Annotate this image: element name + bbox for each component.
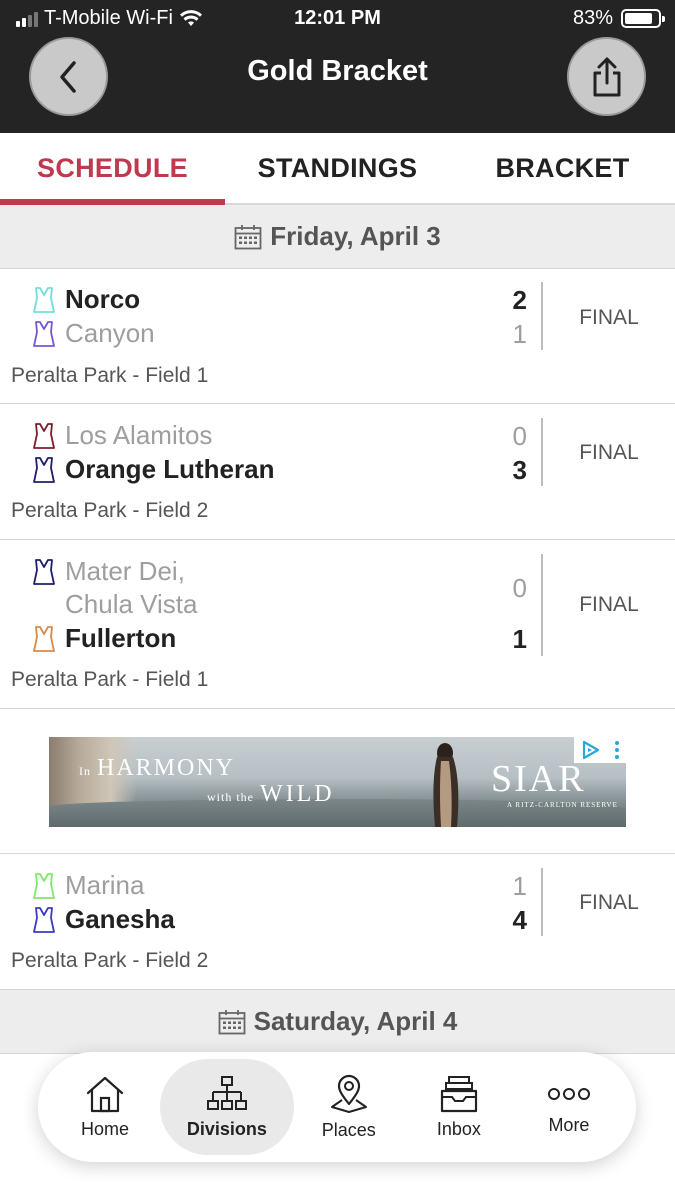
- game-status: FINAL: [579, 891, 639, 914]
- team-score: 1: [512, 319, 527, 349]
- game-location: Peralta Park - Field 1: [11, 668, 209, 691]
- nav-more[interactable]: More: [514, 1059, 624, 1155]
- ad-menu-icon: [614, 741, 619, 759]
- team-row: Marina: [32, 870, 144, 901]
- battery-status: 83%: [572, 7, 665, 30]
- tab-standings[interactable]: STANDINGS: [225, 133, 450, 203]
- team-score: 3: [512, 455, 527, 485]
- team-name: Los Alamitos: [65, 420, 213, 450]
- team-name: Ganesha: [65, 904, 175, 934]
- team-name: Canyon: [65, 318, 155, 348]
- team-name: Chula Vista: [65, 589, 198, 619]
- ad-brand: SIAR: [491, 758, 586, 800]
- team-row: Ganesha: [32, 904, 175, 935]
- nav-home[interactable]: Home: [50, 1059, 160, 1155]
- day-label: Saturday, April 4: [253, 1006, 458, 1036]
- day-header: Friday, April 3: [0, 205, 675, 269]
- game-card[interactable]: Norco Canyon 2 1 FINAL Peralta Park - Fi…: [0, 270, 675, 404]
- battery-icon: [621, 9, 665, 28]
- team-name: Marina: [65, 870, 145, 900]
- ad-headline-2: with the WILD: [207, 781, 335, 808]
- home-icon: [86, 1076, 124, 1112]
- ad-headline-2-text: WILD: [260, 781, 335, 807]
- game-card[interactable]: Mater Dei, Chula Vista Fullerton 0 1 FIN…: [0, 540, 675, 709]
- nav-places[interactable]: Places: [294, 1059, 404, 1155]
- jersey-icon: [33, 906, 55, 933]
- places-icon: [330, 1074, 367, 1113]
- jersey-icon: [33, 558, 55, 585]
- ad-container: In HARMONY with the WILD SIAR A RITZ-CARLT…: [0, 709, 675, 854]
- team-name: Mater Dei,: [65, 556, 185, 586]
- day-label: Friday, April 3: [270, 221, 441, 251]
- team-row: Chula Vista: [65, 589, 198, 620]
- team-row: Los Alamitos: [32, 420, 212, 451]
- jersey-icon: [33, 422, 55, 449]
- day-header: Saturday, April 4: [0, 990, 675, 1054]
- tab-bracket[interactable]: BRACKET: [450, 133, 675, 203]
- game-status: FINAL: [579, 306, 639, 329]
- nav-divisions[interactable]: Divisions: [160, 1059, 294, 1155]
- game-card[interactable]: Marina Ganesha 1 4 FINAL Peralta Park - …: [0, 854, 675, 990]
- game-card[interactable]: Los Alamitos Orange Lutheran 0 3 FINAL P…: [0, 404, 675, 540]
- team-row: Norco: [32, 284, 140, 315]
- ad-banner[interactable]: In HARMONY with the WILD SIAR A RITZ-CARLT…: [49, 737, 626, 827]
- nav-more-label: More: [548, 1114, 590, 1135]
- jersey-icon: [33, 625, 55, 652]
- ad-headline-2-small: with the: [207, 790, 254, 804]
- team-score: 2: [512, 285, 527, 315]
- team-row: Mater Dei,: [32, 556, 185, 587]
- team-score: 0: [512, 421, 527, 451]
- team-row: Fullerton: [32, 623, 176, 654]
- ad-headline-1-small: In: [79, 764, 91, 778]
- more-icon: [547, 1087, 590, 1100]
- share-icon: [593, 57, 620, 96]
- ad-headline-1: In HARMONY: [79, 755, 235, 782]
- nav-home-label: Home: [81, 1118, 130, 1139]
- jersey-icon: [33, 456, 55, 483]
- nav-inbox[interactable]: Inbox: [404, 1059, 514, 1155]
- team-score: 1: [512, 624, 527, 654]
- team-name: Orange Lutheran: [65, 454, 275, 484]
- nav-divisions-label: Divisions: [186, 1118, 267, 1139]
- ad-woman-graphic: [433, 743, 459, 827]
- game-location: Peralta Park - Field 2: [11, 949, 209, 972]
- ad-headline-1-text: HARMONY: [97, 755, 236, 781]
- team-name: Norco: [65, 284, 141, 314]
- game-status: FINAL: [579, 441, 639, 464]
- divisions-icon: [206, 1075, 247, 1110]
- ad-brand-sub: A RITZ-CARLTON RESERVE: [507, 801, 618, 809]
- bottom-nav: Home Divisions Places Inbox More: [38, 1052, 636, 1162]
- team-row: Orange Lutheran: [32, 454, 274, 485]
- jersey-icon: [33, 320, 55, 347]
- tab-bar: SCHEDULE STANDINGS BRACKET: [0, 133, 675, 205]
- game-location: Peralta Park - Field 1: [11, 364, 209, 387]
- battery-percent: 83%: [572, 7, 613, 29]
- team-score: 0: [512, 573, 527, 603]
- ad-choices-button[interactable]: [574, 737, 626, 763]
- inbox-icon: [440, 1075, 477, 1112]
- team-name: Fullerton: [65, 623, 177, 653]
- nav-places-label: Places: [321, 1119, 376, 1140]
- chevron-left-icon: [59, 60, 76, 93]
- adchoices-icon: [582, 740, 599, 760]
- team-score: 1: [512, 871, 527, 901]
- status-bar: T-Mobile Wi-Fi 12:01 PM 83%: [0, 0, 675, 38]
- tab-schedule[interactable]: SCHEDULE: [0, 133, 225, 205]
- share-button[interactable]: [567, 37, 646, 116]
- game-location: Peralta Park - Field 2: [11, 499, 209, 522]
- page-title: Gold Bracket: [247, 55, 428, 87]
- calendar-icon: [234, 224, 262, 249]
- back-button[interactable]: [29, 37, 108, 116]
- top-bar: T-Mobile Wi-Fi 12:01 PM 83% Gold Bracket: [0, 0, 675, 133]
- team-score: 4: [512, 905, 527, 935]
- nav-inbox-label: Inbox: [436, 1118, 481, 1139]
- calendar-icon: [218, 1009, 246, 1034]
- jersey-icon: [33, 872, 55, 899]
- team-row: Canyon: [32, 318, 155, 349]
- game-status: FINAL: [579, 593, 639, 616]
- jersey-icon: [33, 286, 55, 313]
